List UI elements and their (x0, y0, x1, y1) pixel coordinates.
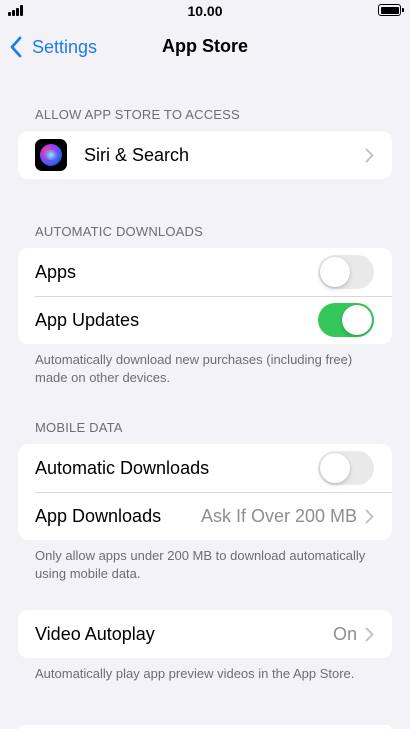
row-apps: Apps (18, 248, 392, 296)
chevron-right-icon (365, 627, 374, 641)
page-title: App Store (161, 36, 248, 56)
row-label-video-autoplay: Video Autoplay (35, 623, 155, 644)
section-footer-video-autoplay: Automatically play app preview videos in… (35, 666, 355, 681)
group-automatic-downloads: Apps App Updates (18, 248, 392, 344)
row-app-updates: App Updates (18, 296, 392, 344)
row-app-downloads[interactable]: App Downloads Ask If Over 200 MB (18, 492, 392, 540)
battery-icon (378, 4, 404, 16)
row-label-app-updates: App Updates (35, 309, 140, 330)
status-time: 10.00 (187, 3, 223, 19)
group-mobile-data: Automatic Downloads App Downloads Ask If… (18, 444, 392, 540)
section-header-access: ALLOW APP STORE TO ACCESS (35, 107, 240, 122)
section-header-mobile-data: MOBILE DATA (35, 420, 123, 435)
apps-toggle[interactable] (318, 255, 374, 289)
row-siri-search[interactable]: Siri & Search (18, 131, 392, 179)
navigation-bar: Settings App Store (0, 28, 410, 66)
row-video-autoplay[interactable]: Video Autoplay On (18, 610, 392, 658)
section-header-automatic-downloads: AUTOMATIC DOWNLOADS (35, 224, 203, 239)
row-value-video-autoplay: On (332, 623, 357, 644)
group-access: Siri & Search (18, 131, 392, 179)
group-next-partial (18, 725, 392, 729)
row-value-app-downloads: Ask If Over 200 MB (200, 505, 357, 526)
automatic-downloads-toggle[interactable] (318, 451, 374, 485)
row-label-apps: Apps (35, 261, 77, 282)
chevron-right-icon (365, 148, 374, 162)
app-updates-toggle[interactable] (318, 303, 374, 337)
row-automatic-downloads: Automatic Downloads (18, 444, 392, 492)
row-label-siri-search: Siri & Search (84, 144, 190, 165)
row-label-automatic-downloads: Automatic Downloads (35, 457, 210, 478)
chevron-right-icon (365, 509, 374, 523)
siri-icon (35, 139, 67, 171)
row-label-app-downloads: App Downloads (35, 505, 162, 526)
status-bar: 10.00 (0, 0, 410, 24)
group-video-autoplay: Video Autoplay On (18, 610, 392, 658)
section-footer-automatic-downloads: Automatically download new purchases (in… (35, 352, 353, 385)
section-footer-mobile-data: Only allow apps under 200 MB to download… (35, 548, 366, 581)
